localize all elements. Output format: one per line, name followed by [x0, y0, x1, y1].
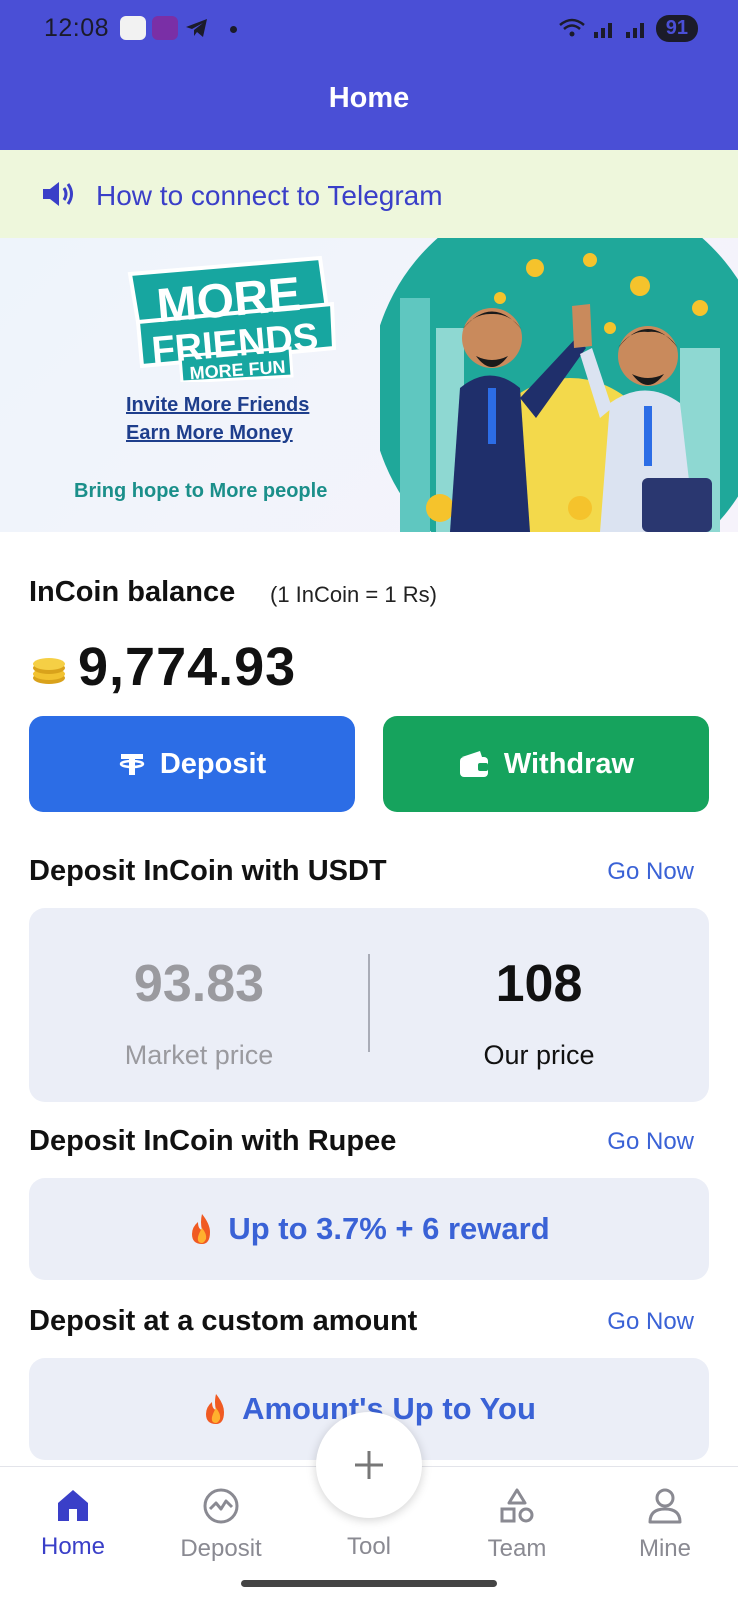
fire-icon — [192, 1214, 211, 1244]
fire-icon — [206, 1394, 225, 1424]
withdraw-button-label: Withdraw — [503, 747, 635, 780]
wifi-icon — [558, 18, 585, 37]
banner-hope-text: Bring hope to More people — [74, 480, 328, 502]
app-notification-icon — [152, 16, 178, 40]
banner-earn-text: Earn More Money — [126, 422, 293, 444]
signal-icon — [593, 23, 612, 38]
telegram-icon — [186, 19, 207, 37]
tether-icon — [119, 754, 145, 775]
deposit-icon — [203, 1488, 239, 1524]
team-icon — [500, 1488, 534, 1523]
custom-section-title: Deposit at a custom amount — [29, 1305, 418, 1337]
status-time: 12:08 — [44, 14, 110, 42]
market-price-label: Market price — [124, 1040, 274, 1070]
nav-item-home[interactable]: Home — [13, 1487, 133, 1561]
coin-stack-icon — [33, 658, 65, 684]
home-icon — [58, 1490, 88, 1521]
notification-dot-icon — [230, 26, 237, 33]
usdt-price-card: 93.83 Market price 108 Our price — [29, 908, 709, 1102]
usdt-go-now-link[interactable]: Go Now — [607, 858, 694, 886]
deposit-button-label: Deposit — [159, 747, 267, 780]
rupee-go-now-link[interactable]: Go Now — [607, 1128, 694, 1156]
rupee-section-title: Deposit InCoin with Rupee — [29, 1125, 397, 1157]
balance-title: InCoin balance — [29, 576, 236, 608]
banner-invite-text: Invite More Friends — [126, 394, 310, 416]
app-header: 12:08 91 Home — [0, 0, 738, 150]
balance-value: 9,774.93 — [78, 637, 297, 697]
promo-banner[interactable]: MORE FRIENDS MORE FUN Invite More Friend… — [0, 238, 738, 532]
wallet-icon — [459, 751, 488, 777]
nav-label-team: Team — [487, 1535, 547, 1562]
home-indicator[interactable] — [241, 1580, 497, 1587]
deposit-button[interactable]: Deposit — [29, 716, 355, 812]
page-title: Home — [328, 82, 410, 114]
battery-indicator: 91 — [655, 14, 698, 42]
custom-go-now-link[interactable]: Go Now — [607, 1308, 694, 1336]
speaker-icon — [43, 182, 73, 206]
our-price-value: 108 — [495, 955, 583, 1013]
rupee-reward-text: Up to 3.7% + 6 reward — [228, 1211, 550, 1246]
nav-label-home: Home — [40, 1533, 106, 1560]
status-indicators: 91 — [558, 14, 698, 42]
usdt-section-title: Deposit InCoin with USDT — [29, 855, 387, 887]
app-notification-icon — [120, 16, 146, 40]
notice-bar[interactable]: How to connect to Telegram — [0, 150, 738, 238]
market-price-value: 93.83 — [133, 955, 265, 1013]
more-friends-logo: MORE FRIENDS MORE FUN — [120, 252, 340, 384]
nav-label-mine: Mine — [638, 1535, 692, 1562]
nav-item-team[interactable]: Team — [457, 1487, 577, 1563]
nav-label-tool: Tool — [346, 1533, 392, 1560]
tool-fab-button[interactable] — [316, 1412, 422, 1518]
nav-item-deposit[interactable]: Deposit — [161, 1487, 281, 1563]
rupee-reward-card[interactable]: Up to 3.7% + 6 reward — [29, 1178, 709, 1280]
nav-label-deposit: Deposit — [180, 1535, 262, 1562]
status-bar: 12:08 91 — [0, 0, 738, 56]
high-five-illustration — [380, 238, 738, 532]
signal-icon — [625, 23, 644, 38]
withdraw-button[interactable]: Withdraw — [383, 716, 709, 812]
market-price-column: 93.83 Market price — [29, 908, 369, 1102]
our-price-label: Our price — [483, 1040, 595, 1070]
rate-note: (1 InCoin = 1 Rs) — [270, 582, 437, 607]
our-price-column: 108 Our price — [369, 908, 709, 1102]
person-icon — [648, 1488, 682, 1524]
notice-text[interactable]: How to connect to Telegram — [96, 180, 443, 212]
nav-item-mine[interactable]: Mine — [605, 1487, 725, 1563]
plus-icon — [355, 1451, 383, 1479]
